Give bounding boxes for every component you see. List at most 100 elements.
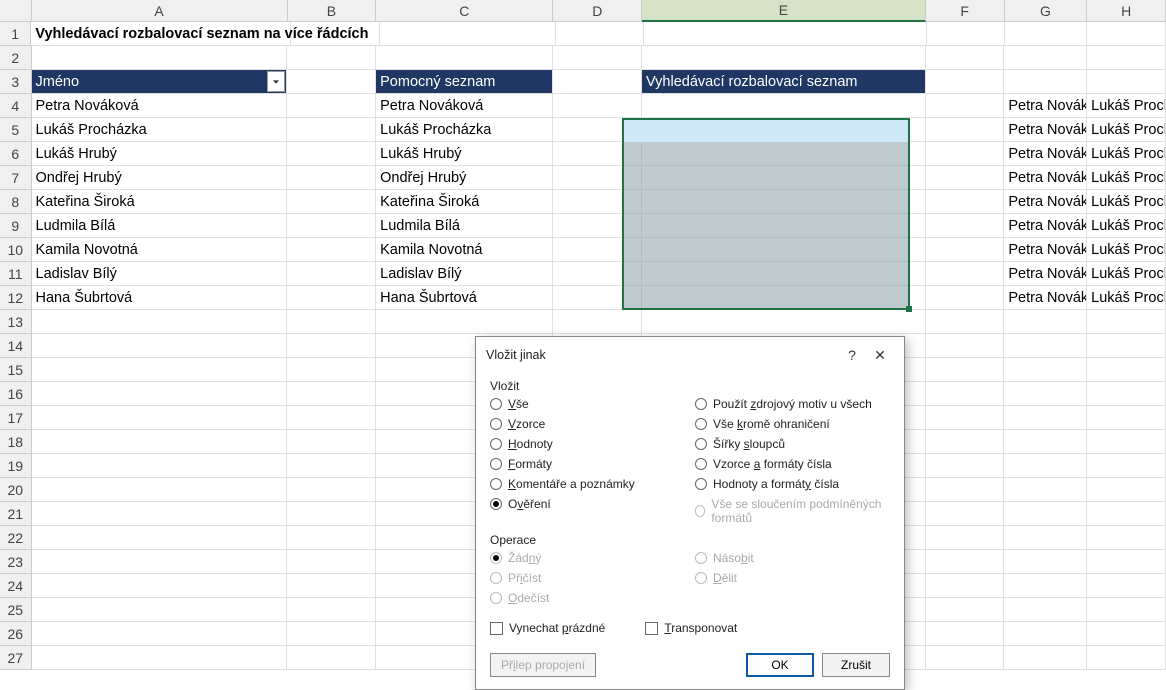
checkbox-skip-blanks[interactable]: Vynechat prázdné [490,621,605,635]
select-all-corner[interactable] [0,0,32,22]
cell[interactable] [1004,574,1087,598]
cell[interactable] [287,574,376,598]
cell[interactable] [1087,70,1166,94]
cell[interactable] [32,46,288,70]
cell[interactable]: Vyhledávací rozbalovací seznam na více ř… [31,22,291,46]
row-header[interactable]: 4 [0,94,32,118]
close-icon[interactable]: ✕ [866,345,894,365]
row-header[interactable]: 1 [0,22,31,46]
cell[interactable] [32,622,288,646]
cell[interactable] [32,478,288,502]
cell[interactable] [642,238,925,262]
row-header[interactable]: 25 [0,598,32,622]
cell[interactable]: Petra Novák [1004,166,1087,190]
cell[interactable] [287,358,376,382]
radio-paste-overeni[interactable]: Ověření [490,497,685,511]
cell[interactable] [926,478,1005,502]
cell[interactable] [926,334,1005,358]
row-header[interactable]: 13 [0,310,32,334]
cell[interactable] [287,214,376,238]
cell[interactable] [926,526,1005,550]
cell[interactable] [1087,646,1166,670]
row-header[interactable]: 22 [0,526,32,550]
cell[interactable]: Petra Novák [1004,286,1087,310]
cell[interactable] [287,70,376,94]
cell[interactable] [553,190,642,214]
cell[interactable] [1087,46,1166,70]
cell[interactable]: Lukáš Procházka [32,118,288,142]
cell[interactable] [1087,598,1166,622]
cell[interactable] [32,358,288,382]
cell[interactable] [1004,526,1087,550]
cell[interactable] [1004,358,1087,382]
cell[interactable] [926,382,1005,406]
col-header-H[interactable]: H [1087,0,1166,22]
row-header[interactable]: 2 [0,46,32,70]
cell[interactable] [287,286,376,310]
cell[interactable] [1087,574,1166,598]
cell[interactable] [1087,430,1166,454]
help-icon[interactable]: ? [838,345,866,365]
cell[interactable] [553,238,642,262]
cell[interactable] [287,166,376,190]
cell[interactable]: Lukáš Proch [1087,118,1166,142]
cell[interactable] [644,22,926,46]
cell[interactable] [926,262,1005,286]
cell[interactable] [32,646,288,670]
cell[interactable] [553,70,642,94]
cell[interactable] [926,574,1005,598]
cell[interactable] [287,622,376,646]
cell[interactable]: Lukáš Proch [1087,286,1166,310]
cell[interactable] [926,406,1005,430]
cell[interactable] [926,358,1005,382]
cell[interactable] [32,406,288,430]
cell[interactable] [927,22,1006,46]
cell[interactable] [287,406,376,430]
cell[interactable] [32,598,288,622]
cell[interactable] [1087,406,1166,430]
cell[interactable] [926,502,1005,526]
cell[interactable] [926,166,1005,190]
cell[interactable]: Hana Šubrtová [376,286,553,310]
row-header[interactable]: 15 [0,358,32,382]
cell[interactable] [291,22,379,46]
radio-paste-vzorce[interactable]: Vzorce [490,417,685,431]
row-header[interactable]: 10 [0,238,32,262]
cell[interactable] [553,262,642,286]
cell[interactable]: Petra Novák [1004,118,1087,142]
row-header[interactable]: 26 [0,622,32,646]
cell[interactable] [926,190,1005,214]
cell[interactable]: Lukáš Proch [1087,262,1166,286]
radio-paste-motiv[interactable]: Použít zdrojový motiv u všech [695,397,890,411]
cell[interactable] [926,454,1005,478]
cell[interactable] [32,526,288,550]
row-header[interactable]: 17 [0,406,32,430]
row-header[interactable]: 27 [0,646,32,670]
row-header[interactable]: 5 [0,118,32,142]
radio-paste-sirky[interactable]: Šířky sloupců [695,437,890,451]
col-header-E[interactable]: E [642,0,926,22]
cell[interactable]: Petra Novák [1004,214,1087,238]
cell[interactable] [287,454,376,478]
cell[interactable] [287,118,376,142]
cell[interactable] [1004,622,1087,646]
cell[interactable] [287,310,376,334]
cell[interactable]: Petra Nováková [376,94,553,118]
cell[interactable] [32,502,288,526]
cell[interactable]: Lukáš Hrubý [376,142,553,166]
cell[interactable]: Lukáš Proch [1087,238,1166,262]
cell[interactable] [287,550,376,574]
cell[interactable]: Lukáš Proch [1087,214,1166,238]
cell[interactable] [1004,406,1087,430]
cell[interactable]: Petra Novák [1004,94,1087,118]
row-header[interactable]: 21 [0,502,32,526]
row-header[interactable]: 14 [0,334,32,358]
row-header[interactable]: 6 [0,142,32,166]
cell[interactable] [553,166,642,190]
row-header[interactable]: 12 [0,286,32,310]
cell[interactable] [926,118,1005,142]
cell[interactable]: Kamila Novotná [32,238,288,262]
cell[interactable] [926,430,1005,454]
cell[interactable] [926,238,1005,262]
cancel-button[interactable]: Zrušit [822,653,890,677]
